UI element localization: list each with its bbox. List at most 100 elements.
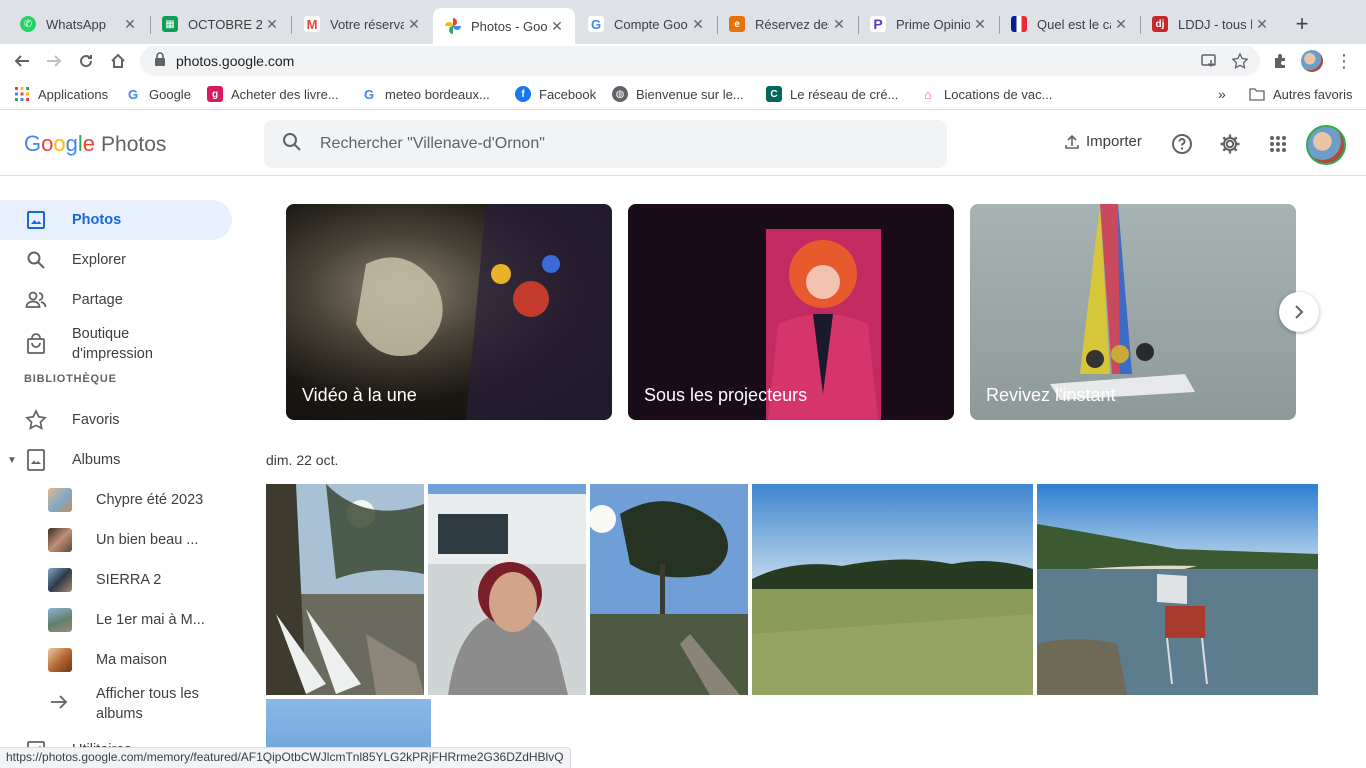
address-bar[interactable]: photos.google.com [140, 46, 1260, 76]
bookmark-label: Google [149, 86, 191, 102]
tab-quel-est[interactable]: Quel est le ca ✕ [999, 8, 1139, 40]
tab-google-photos[interactable]: Photos - Goo ✕ [433, 8, 575, 44]
menu-button[interactable]: ⋮ [1331, 48, 1357, 74]
bookmark-label: Locations de vac... [944, 86, 1053, 102]
memory-title: Sous les projecteurs [644, 385, 808, 405]
sidebar-item-albums[interactable]: ▼ Albums [0, 440, 232, 480]
reload-button[interactable] [73, 48, 99, 74]
lddj-icon: dj [1152, 16, 1168, 32]
bookmark-google[interactable]: G Google [125, 85, 191, 103]
chevron-double-right-icon: » [1218, 86, 1226, 102]
close-icon[interactable]: ✕ [262, 14, 282, 34]
close-icon[interactable]: ✕ [1111, 14, 1131, 34]
album-label: SIERRA 2 [96, 572, 162, 588]
photo-thumbnail[interactable] [1037, 484, 1318, 695]
sidebar-item-photos[interactable]: Photos [0, 200, 232, 240]
sidebar-item-label: Boutique d'impression [72, 326, 153, 362]
close-icon[interactable]: ✕ [547, 16, 567, 36]
tab-prime-opinion[interactable]: P Prime Opinio ✕ [858, 8, 998, 40]
search-input[interactable]: Rechercher "Villenave-d'Ornon" [320, 135, 545, 153]
album-item[interactable]: Le 1er mai à M... [0, 600, 232, 640]
home-button[interactable] [105, 48, 131, 74]
close-icon[interactable]: ✕ [688, 14, 708, 34]
bookmark-facebook[interactable]: f Facebook [515, 85, 596, 103]
album-thumbnail [48, 608, 72, 632]
sidebar-item-boutique[interactable]: Boutique d'impression [0, 320, 232, 368]
install-app-button[interactable] [1196, 48, 1222, 74]
search-icon[interactable] [282, 132, 302, 157]
apps-grid-icon [14, 86, 30, 102]
more-vertical-icon: ⋮ [1335, 50, 1353, 71]
close-icon[interactable]: ✕ [120, 14, 140, 34]
tab-title: Photos - Goo [471, 18, 547, 34]
bookmarks-bar: Applications G Google g Acheter des livr… [0, 78, 1366, 110]
bookmark-bienvenue[interactable]: ◍ Bienvenue sur le... [612, 85, 744, 103]
sidebar-item-partage[interactable]: Partage [0, 280, 232, 320]
bookmarks-overflow-button[interactable]: » [1218, 85, 1226, 103]
settings-button[interactable] [1217, 131, 1243, 157]
tab-title: Compte Goo [614, 16, 688, 32]
sidebar-item-explorer[interactable]: Explorer [0, 240, 232, 280]
tab-gmail[interactable]: M Votre réserva ✕ [292, 8, 432, 40]
memory-card-spotlight[interactable]: Sous les projecteurs [628, 204, 954, 420]
bookmark-reseau[interactable]: C Le réseau de cré... [766, 85, 898, 103]
new-tab-button[interactable]: + [1290, 11, 1314, 36]
google-apps-button[interactable] [1265, 131, 1291, 157]
memories-next-button[interactable] [1279, 292, 1319, 332]
import-button[interactable]: Importer [1064, 133, 1142, 150]
date-group-header: dim. 22 oct. [266, 452, 339, 468]
forward-button[interactable] [41, 48, 67, 74]
photo-image [752, 484, 1033, 695]
photo-thumbnail[interactable] [590, 484, 748, 695]
bookmark-star-button[interactable] [1227, 48, 1253, 74]
extensions-button[interactable] [1267, 48, 1293, 74]
album-item[interactable]: Un bien beau ... [0, 520, 232, 560]
show-all-albums-link[interactable]: Afficher tous les albums [0, 680, 232, 728]
tab-title: Prime Opinio [896, 16, 970, 32]
arrow-left-icon [14, 55, 29, 67]
photo-thumbnail[interactable] [428, 484, 586, 695]
close-icon[interactable]: ✕ [829, 14, 849, 34]
link-status-bar: https://photos.google.com/memory/feature… [0, 747, 571, 768]
bookmark-acheter-livres[interactable]: g Acheter des livre... [207, 85, 339, 103]
sidebar-item-favoris[interactable]: Favoris [0, 400, 232, 440]
album-item[interactable]: SIERRA 2 [0, 560, 232, 600]
bookmark-label: Facebook [539, 86, 597, 102]
collapse-triangle-icon[interactable]: ▼ [7, 455, 17, 466]
bookmark-meteo[interactable]: G meteo bordeaux... [361, 85, 490, 103]
sidebar-item-label: Explorer [72, 252, 126, 268]
tab-lddj[interactable]: dj LDDJ - tous l ✕ [1140, 8, 1280, 40]
help-button[interactable] [1169, 131, 1195, 157]
reload-icon [80, 55, 93, 68]
tab-whatsapp[interactable]: ✆ WhatsApp ✕ [8, 8, 148, 40]
url-text: photos.google.com [176, 53, 295, 69]
google-photos-icon [445, 18, 461, 34]
folder-icon [1249, 86, 1265, 102]
back-button[interactable] [9, 48, 35, 74]
puzzle-icon [1275, 54, 1285, 68]
account-avatar[interactable] [1306, 125, 1346, 165]
tab-booking[interactable]: e Réservez des ✕ [717, 8, 857, 40]
close-icon[interactable]: ✕ [404, 14, 424, 34]
photo-thumbnail[interactable] [752, 484, 1033, 695]
close-icon[interactable]: ✕ [1252, 14, 1272, 34]
google-icon: G [127, 86, 139, 102]
album-item[interactable]: Chypre été 2023 [0, 480, 232, 520]
album-item[interactable]: Ma maison [0, 640, 232, 680]
other-bookmarks-folder[interactable]: Autres favoris [1249, 85, 1352, 103]
photo-thumbnail[interactable] [266, 484, 424, 695]
bookmark-applications[interactable]: Applications [14, 85, 108, 103]
google-photos-logo[interactable]: Google Photos [24, 131, 166, 157]
tab-google-account[interactable]: G Compte Goo ✕ [576, 8, 716, 40]
book-store-icon: g [207, 86, 223, 102]
tab-sheets[interactable]: ▦ OCTOBRE 20 ✕ [150, 8, 290, 40]
memory-card-revivez[interactable]: Revivez l'instant [970, 204, 1296, 420]
close-icon[interactable]: ✕ [970, 14, 990, 34]
search-bar[interactable]: Rechercher "Villenave-d'Ornon" [264, 120, 947, 168]
memory-card-featured-video[interactable]: Vidéo à la une [286, 204, 612, 420]
bookmark-label: Applications [38, 86, 109, 102]
chevron-right-icon [1295, 305, 1304, 319]
bookmark-label: Acheter des livre... [231, 86, 339, 102]
profile-button[interactable] [1299, 48, 1325, 74]
bookmark-locations[interactable]: ⌂ Locations de vac... [920, 85, 1052, 103]
